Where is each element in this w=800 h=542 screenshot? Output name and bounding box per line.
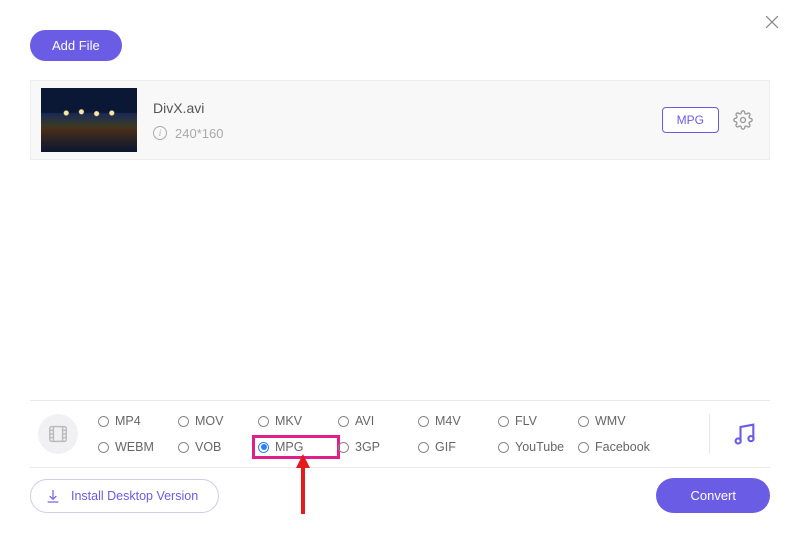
format-option-label: MKV <box>275 414 302 428</box>
file-card: DivX.avi i 240*160 MPG <box>30 80 770 160</box>
gear-icon[interactable] <box>733 110 753 130</box>
format-option-facebook[interactable]: Facebook <box>576 439 656 455</box>
output-format-chip[interactable]: MPG <box>662 107 719 133</box>
format-option-flv[interactable]: FLV <box>496 413 576 429</box>
format-option-mp4[interactable]: MP4 <box>96 413 176 429</box>
video-category-icon[interactable] <box>38 414 78 454</box>
radio-icon <box>178 442 189 453</box>
install-desktop-label: Install Desktop Version <box>71 489 198 503</box>
radio-icon <box>498 442 509 453</box>
radio-icon <box>258 416 269 427</box>
download-icon <box>45 488 61 504</box>
radio-icon <box>418 442 429 453</box>
close-icon[interactable] <box>762 12 782 32</box>
format-option-label: VOB <box>195 440 221 454</box>
format-option-label: Facebook <box>595 440 650 454</box>
radio-icon <box>258 442 269 453</box>
format-option-gif[interactable]: GIF <box>416 439 496 455</box>
convert-button[interactable]: Convert <box>656 478 770 513</box>
format-option-mkv[interactable]: MKV <box>256 413 336 429</box>
format-option-label: M4V <box>435 414 461 428</box>
file-name: DivX.avi <box>153 100 662 116</box>
radio-icon <box>418 416 429 427</box>
radio-icon <box>178 416 189 427</box>
format-option-youtube[interactable]: YouTube <box>496 439 576 455</box>
install-desktop-button[interactable]: Install Desktop Version <box>30 479 219 513</box>
radio-icon <box>98 442 109 453</box>
format-option-label: FLV <box>515 414 537 428</box>
file-info: DivX.avi i 240*160 <box>153 100 662 141</box>
format-bar: MP4 MOV MKV AVI M4V FLV WMV WEBM VOB MPG 3GP GIF You… <box>30 400 770 468</box>
format-option-label: WMV <box>595 414 626 428</box>
format-grid: MP4 MOV MKV AVI M4V FLV WMV WEBM VOB MPG 3GP GIF You… <box>96 409 699 459</box>
format-option-webm[interactable]: WEBM <box>96 439 176 455</box>
format-option-label: GIF <box>435 440 456 454</box>
info-icon: i <box>153 126 167 140</box>
format-option-label: MOV <box>195 414 223 428</box>
format-option-mpg[interactable]: MPG <box>256 439 336 455</box>
format-option-label: YouTube <box>515 440 564 454</box>
format-option-3gp[interactable]: 3GP <box>336 439 416 455</box>
format-option-label: AVI <box>355 414 374 428</box>
music-icon[interactable] <box>730 420 758 448</box>
format-option-vob[interactable]: VOB <box>176 439 256 455</box>
format-option-label: MPG <box>275 440 303 454</box>
radio-icon <box>98 416 109 427</box>
radio-icon <box>578 416 589 427</box>
format-option-label: 3GP <box>355 440 380 454</box>
format-option-wmv[interactable]: WMV <box>576 413 656 429</box>
format-option-label: WEBM <box>115 440 154 454</box>
radio-icon <box>338 442 349 453</box>
file-resolution: 240*160 <box>175 126 223 141</box>
radio-icon <box>338 416 349 427</box>
format-option-label: MP4 <box>115 414 141 428</box>
divider <box>709 414 710 454</box>
radio-icon <box>578 442 589 453</box>
format-option-m4v[interactable]: M4V <box>416 413 496 429</box>
radio-icon <box>498 416 509 427</box>
add-file-button[interactable]: Add File <box>30 30 122 61</box>
bottom-row: Install Desktop Version Convert <box>30 478 770 513</box>
format-option-mov[interactable]: MOV <box>176 413 256 429</box>
file-thumbnail <box>41 88 137 152</box>
format-option-avi[interactable]: AVI <box>336 413 416 429</box>
